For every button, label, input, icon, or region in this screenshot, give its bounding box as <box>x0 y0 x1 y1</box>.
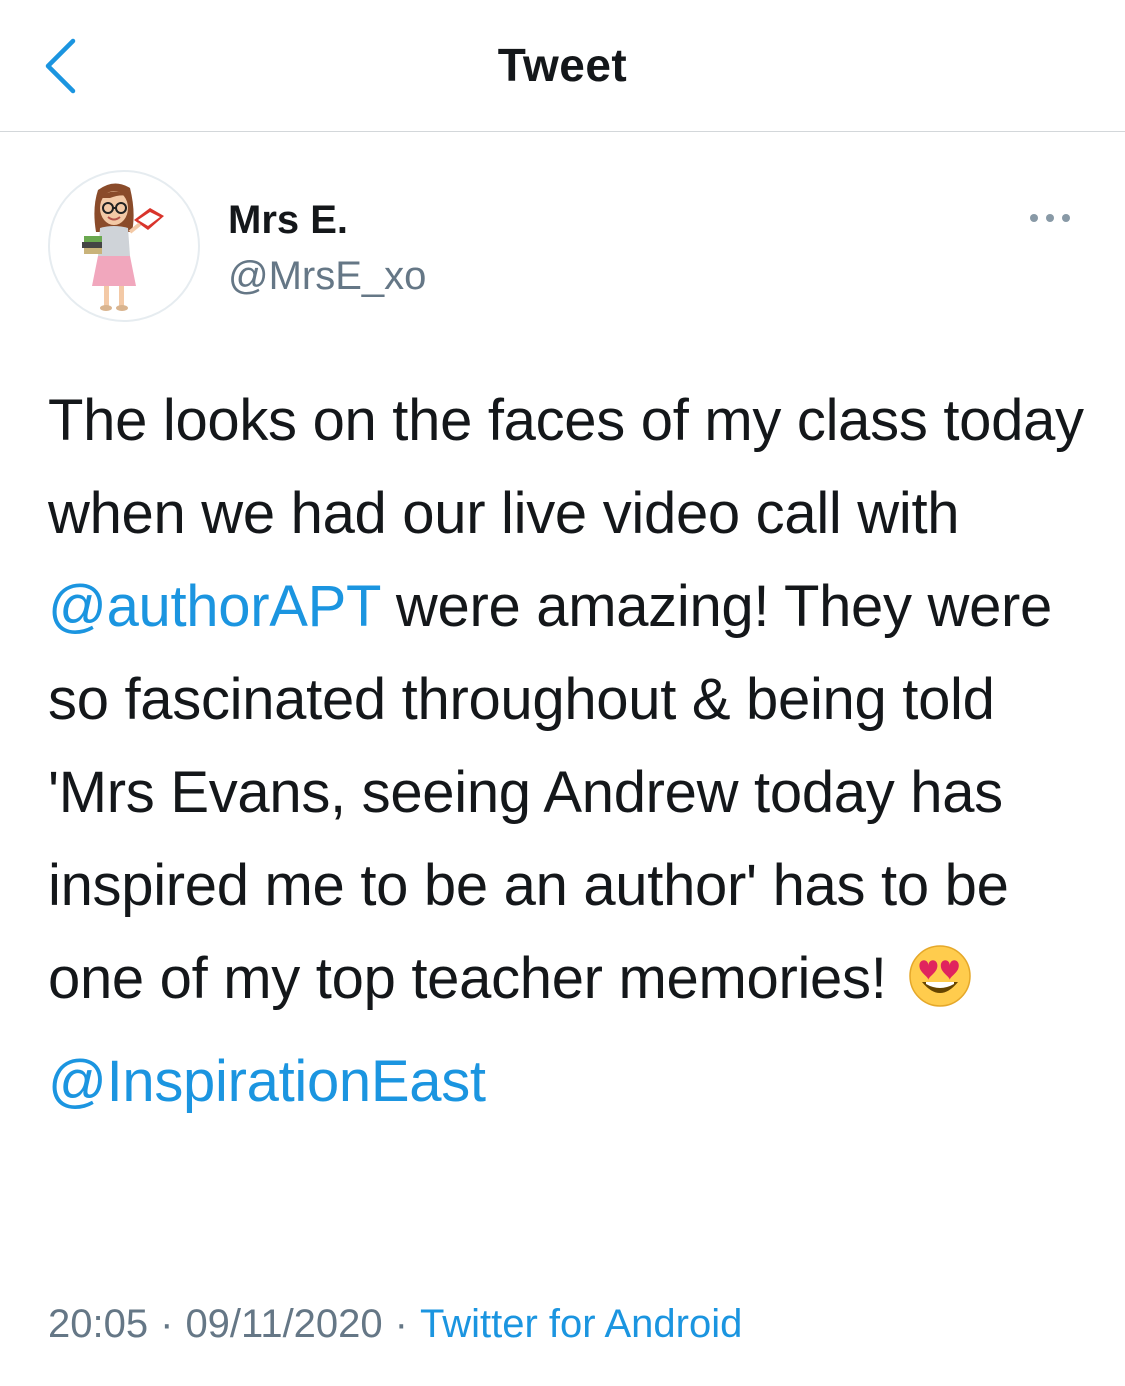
author-display-name[interactable]: Mrs E. <box>228 198 348 243</box>
more-options-button[interactable] <box>1020 200 1080 236</box>
tweet-date: 09/11/2020 <box>185 1302 383 1346</box>
navigation-bar: Tweet <box>0 0 1125 132</box>
page-title: Tweet <box>497 39 628 91</box>
heart-eyes-emoji-icon <box>908 942 972 1035</box>
teacher-bitmoji-avatar-icon <box>82 183 164 311</box>
tweet-text: The looks on the faces of my class today… <box>48 374 1088 1128</box>
tweet-time: 20:05 <box>48 1302 149 1346</box>
more-horizontal-icon <box>1030 214 1070 222</box>
tweet-text-part: were amazing! They were so fascinated th… <box>48 574 1053 1011</box>
avatar[interactable] <box>48 170 200 322</box>
separator: · <box>394 1302 408 1346</box>
separator: · <box>160 1302 174 1346</box>
tweet-text-part: The looks on the faces of my class today… <box>48 388 1084 546</box>
tweet-source-link[interactable]: Twitter for Android <box>420 1302 742 1346</box>
author-handle[interactable]: @MrsE_xo <box>228 254 426 299</box>
mention-link[interactable]: @InspirationEast <box>48 1049 486 1114</box>
mention-link[interactable]: @authorAPT <box>48 574 380 639</box>
tweet-metadata: 20:05 · 09/11/2020 · Twitter for Android <box>48 1302 742 1347</box>
